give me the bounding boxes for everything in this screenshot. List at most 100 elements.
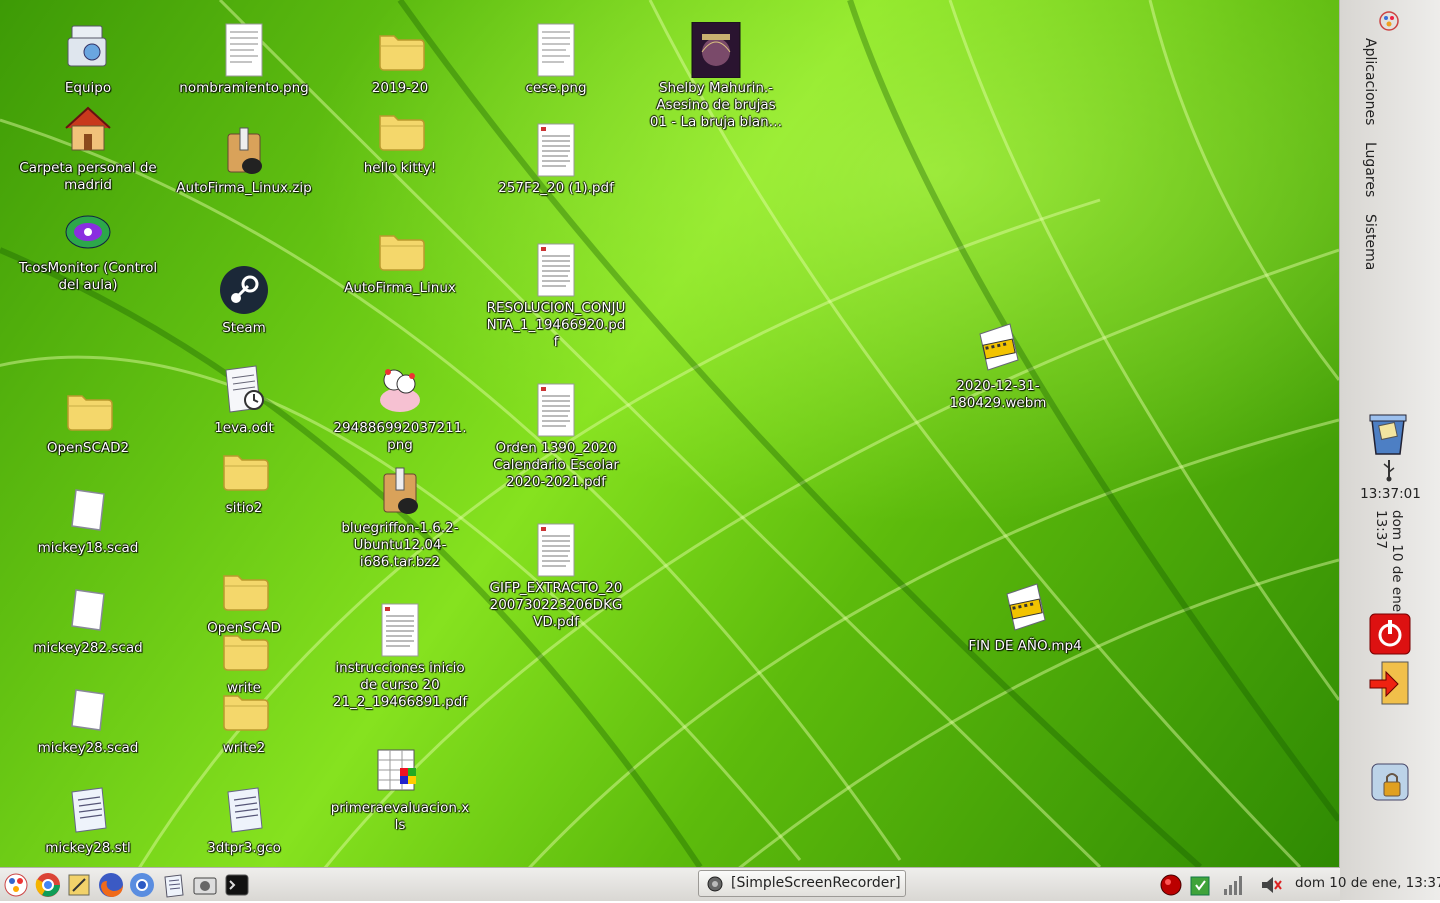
- book-cover-icon: [688, 21, 744, 79]
- screenshot-icon[interactable]: [191, 871, 219, 899]
- desktop-icon[interactable]: mickey28.stl: [18, 782, 158, 857]
- odt-file-icon: [216, 362, 272, 418]
- desktop-icon[interactable]: instrucciones inicio de curso 20 21_2_19…: [330, 602, 470, 711]
- desktop-icon[interactable]: mickey28.scad: [18, 682, 158, 757]
- desktop-icon-label: 3dtpr3.gco: [207, 840, 281, 856]
- recorder-tray-icon[interactable]: [1159, 873, 1183, 897]
- desktop-icon[interactable]: 2020-12-31-180429.webm: [928, 320, 1068, 412]
- desktop-icon[interactable]: TcosMonitor (Control del aula): [18, 202, 158, 294]
- desktop-icon-label: Carpeta personal de madrid: [19, 160, 157, 193]
- bottom-taskbar: [SimpleScreenRecorder] dom 10 de ene, 13…: [0, 867, 1440, 901]
- desktop-icon[interactable]: Shelby Mahurin.- Asesino de brujas 01 - …: [646, 21, 786, 131]
- chromium-icon[interactable]: [128, 871, 156, 899]
- desktop-icon[interactable]: Equipo: [18, 22, 158, 97]
- firefox-icon[interactable]: [97, 871, 125, 899]
- archive-icon: [372, 462, 428, 518]
- desktop-icon-label: 2019-20: [371, 80, 429, 96]
- pdf-thumbnail-icon: [372, 602, 428, 658]
- desktop-icon[interactable]: 294886992037211.png: [330, 362, 470, 454]
- desktop-icon-label: instrucciones inicio de curso 20 21_2_19…: [332, 660, 468, 710]
- desktop-icon[interactable]: AutoFirma_Linux.zip: [174, 122, 314, 197]
- desktop-icon[interactable]: RESOLUCION_CONJUNTA_1_19466920.pdf: [486, 242, 626, 351]
- video-file-icon: [997, 580, 1053, 636]
- desktop-icon-label: TcosMonitor (Control del aula): [18, 260, 158, 293]
- gnome-foot-icon[interactable]: [1378, 10, 1400, 32]
- side-clock-time-line: 13:37: [1373, 510, 1389, 549]
- desktop-icon-label: sitio2: [225, 500, 263, 516]
- scad-file-icon: [60, 582, 116, 638]
- desktop-icon[interactable]: mickey18.scad: [18, 482, 158, 557]
- volume-icon[interactable]: [1259, 873, 1283, 897]
- desktop-icon[interactable]: sitio2: [174, 442, 314, 517]
- desktop-icon-label: AutoFirma_Linux.zip: [176, 180, 312, 196]
- pdf-thumbnail-icon: [528, 522, 584, 578]
- desktop-icon[interactable]: Steam: [174, 262, 314, 337]
- desktop-icon[interactable]: 2019-20: [330, 22, 470, 97]
- network-signal-icon[interactable]: [1222, 873, 1246, 897]
- tcosmonitor-icon: [60, 202, 116, 258]
- desktop-icon-label: RESOLUCION_CONJUNTA_1_19466920.pdf: [486, 300, 626, 350]
- desktop-icon[interactable]: 3dtpr3.gco: [174, 782, 314, 857]
- desktop-icon-label: FIN DE AÑO.mp4: [968, 638, 1082, 654]
- video-file-icon: [970, 320, 1026, 376]
- text-file-icon: [60, 782, 116, 838]
- desktop-icon[interactable]: Orden 1390_2020 Calendario Escolar 2020-…: [486, 382, 626, 491]
- desktop-icon[interactable]: nombramiento.png: [174, 22, 314, 97]
- folder-icon: [372, 102, 428, 158]
- terminal-icon[interactable]: [223, 871, 251, 899]
- main-menu-icon[interactable]: [2, 871, 30, 899]
- folder-icon: [216, 442, 272, 498]
- folder-icon: [372, 22, 428, 78]
- document-thumbnail-icon: [528, 22, 584, 78]
- folder-icon: [372, 222, 428, 278]
- desktop-icon-label: write2: [222, 740, 266, 756]
- logout-icon[interactable]: [1368, 660, 1412, 706]
- taskbar-window-button[interactable]: [SimpleScreenRecorder]: [698, 870, 906, 897]
- notes-icon[interactable]: [160, 871, 188, 899]
- desktop-icon-label: primeraevaluacion.xls: [330, 800, 470, 833]
- menu-applications[interactable]: Aplicaciones: [1362, 38, 1378, 125]
- desktop-icon[interactable]: AutoFirma_Linux: [330, 222, 470, 297]
- desktop-icon[interactable]: mickey282.scad: [18, 582, 158, 657]
- taskbar-clock[interactable]: dom 10 de ene, 13:37: [1295, 875, 1440, 891]
- simplescreenrecorder-icon: [707, 876, 723, 892]
- desktop-icon-label: 294886992037211.png: [333, 420, 467, 453]
- desktop-icon[interactable]: 1eva.odt: [174, 362, 314, 437]
- shutdown-icon[interactable]: [1368, 612, 1412, 656]
- menu-places[interactable]: Lugares: [1362, 142, 1378, 197]
- desktop-icon[interactable]: GIFP_EXTRACTO_20200730223206DKGVD.pdf: [486, 522, 626, 631]
- text-editor-icon[interactable]: [65, 871, 93, 899]
- desktop-icon-label: bluegriffon-1.6.2-Ubuntu12.04-i686.tar.b…: [341, 520, 459, 570]
- side-clock-time[interactable]: 13:37:01: [1340, 486, 1440, 502]
- steam-icon: [216, 262, 272, 318]
- lock-screen-icon[interactable]: [1368, 760, 1412, 806]
- folder-icon: [216, 682, 272, 738]
- side-clock-date-line: dom 10 de ene: [1389, 510, 1405, 613]
- pdf-thumbnail-icon: [528, 382, 584, 438]
- menu-system[interactable]: Sistema: [1362, 214, 1378, 270]
- chrome-icon[interactable]: [34, 871, 62, 899]
- desktop-icon[interactable]: 257F2_20 (1).pdf: [486, 122, 626, 197]
- desktop-icon[interactable]: OpenSCAD2: [18, 382, 158, 457]
- document-thumbnail-icon: [216, 22, 272, 78]
- desktop-icon[interactable]: write2: [174, 682, 314, 757]
- home-folder-icon: [60, 102, 116, 158]
- text-file-icon: [216, 782, 272, 838]
- desktop-icon[interactable]: bluegriffon-1.6.2-Ubuntu12.04-i686.tar.b…: [330, 462, 470, 571]
- desktop-icon[interactable]: FIN DE AÑO.mp4: [955, 580, 1095, 655]
- desktop-icon-label: 1eva.odt: [214, 420, 274, 436]
- desktop-icon[interactable]: hello kitty!: [330, 102, 470, 177]
- desktop-icon-label: Orden 1390_2020 Calendario Escolar 2020-…: [493, 440, 619, 490]
- desktop-icon-label: Steam: [222, 320, 266, 336]
- trash-icon[interactable]: [1366, 410, 1410, 456]
- desktop-icon[interactable]: cese.png: [486, 22, 626, 97]
- desktop-icon[interactable]: primeraevaluacion.xls: [330, 742, 470, 834]
- desktop-icon-label: cese.png: [525, 80, 587, 96]
- image-thumbnail-icon: [372, 362, 428, 418]
- usb-icon[interactable]: [1382, 460, 1396, 482]
- desktop-icon-label: mickey18.scad: [37, 540, 139, 556]
- update-tray-icon[interactable]: [1188, 873, 1212, 897]
- side-clock-date[interactable]: dom 10 de ene 13:37: [1373, 510, 1405, 612]
- desktop-icon[interactable]: Carpeta personal de madrid: [18, 102, 158, 194]
- desktop-icon-label: OpenSCAD2: [46, 440, 130, 456]
